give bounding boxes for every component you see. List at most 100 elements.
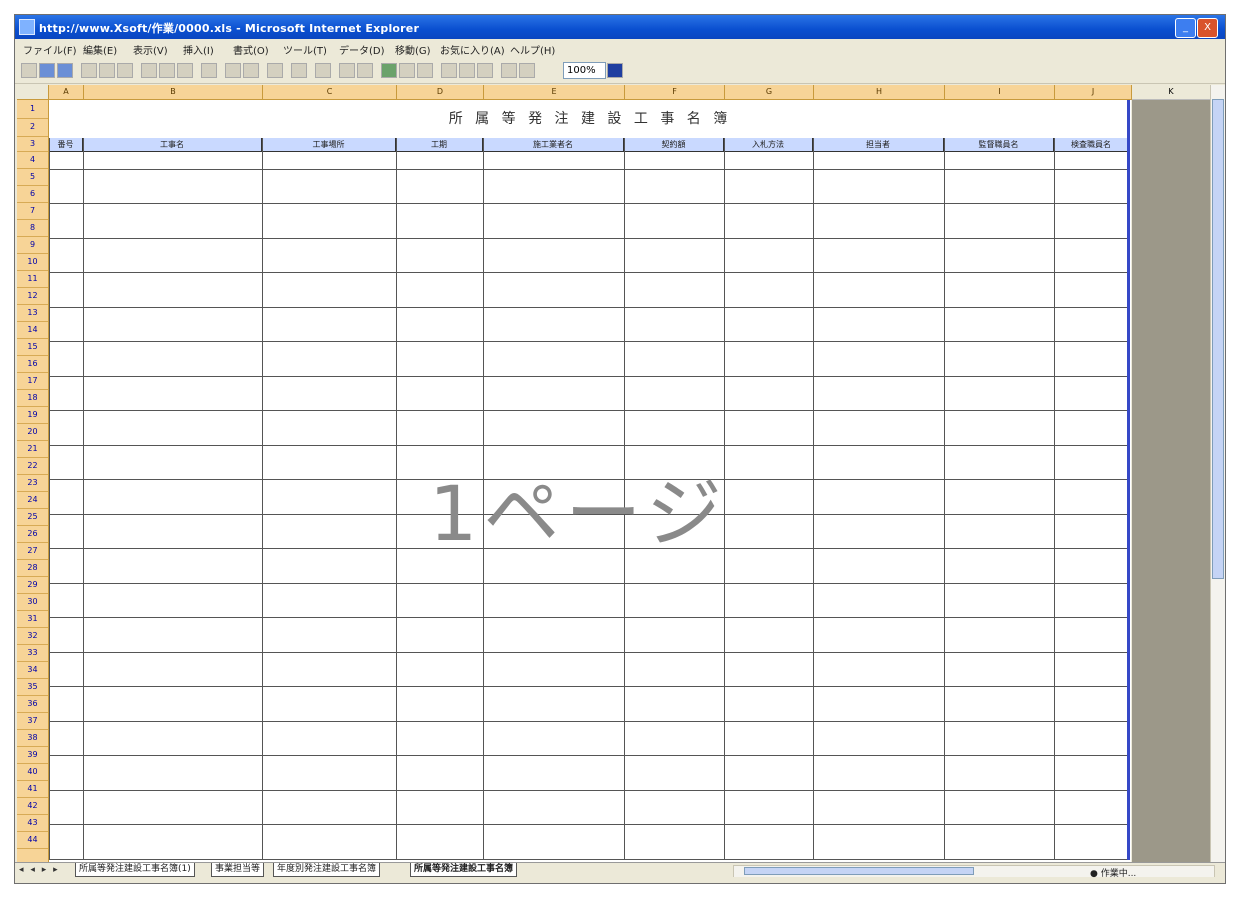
row-header[interactable]: 9 [17, 236, 48, 254]
row-header[interactable]: 10 [17, 253, 48, 271]
menu-go[interactable]: 移動(G) [395, 42, 431, 57]
row-header[interactable]: 16 [17, 355, 48, 373]
menu-view[interactable]: 表示(V) [133, 42, 168, 57]
col-header-g[interactable]: G [725, 85, 814, 99]
sheet-tab-3[interactable]: 年度別発注建設工事名簿 [273, 863, 381, 877]
col-header-f[interactable]: F [625, 85, 725, 99]
italic-icon[interactable] [459, 63, 475, 78]
row-header[interactable]: 38 [17, 729, 48, 747]
close-button[interactable]: X [1197, 18, 1218, 38]
align-icon[interactable] [501, 63, 517, 78]
sort-desc-icon[interactable] [357, 63, 373, 78]
vertical-scroll-thumb[interactable] [1212, 99, 1224, 579]
row-header[interactable]: 12 [17, 287, 48, 305]
row-header[interactable]: 40 [17, 763, 48, 781]
menu-tools[interactable]: ツール(T) [283, 42, 327, 57]
row-header[interactable]: 41 [17, 780, 48, 798]
hyperlink-icon[interactable] [267, 63, 283, 78]
row-header[interactable]: 21 [17, 440, 48, 458]
menu-edit[interactable]: 編集(E) [83, 42, 117, 57]
col-header-h[interactable]: H [814, 85, 945, 99]
col-header-e[interactable]: E [484, 85, 625, 99]
row-header[interactable]: 14 [17, 321, 48, 339]
help-icon[interactable] [607, 63, 623, 78]
row-header[interactable]: 25 [17, 508, 48, 526]
spell-icon[interactable] [117, 63, 133, 78]
cut-icon[interactable] [141, 63, 157, 78]
save-icon[interactable] [57, 63, 73, 78]
row-header[interactable]: 15 [17, 338, 48, 356]
row-header[interactable]: 34 [17, 661, 48, 679]
row-header[interactable]: 31 [17, 610, 48, 628]
row-header[interactable]: 6 [17, 185, 48, 203]
row-header[interactable]: 3 [17, 136, 48, 152]
sort-asc-icon[interactable] [339, 63, 355, 78]
row-header[interactable]: 23 [17, 474, 48, 492]
row-header[interactable]: 7 [17, 202, 48, 220]
menu-favorites[interactable]: お気に入り(A) [440, 42, 505, 57]
redo-icon[interactable] [243, 63, 259, 78]
minimize-button[interactable]: _ [1175, 18, 1196, 38]
col-header-k[interactable]: K [1132, 85, 1210, 100]
function-icon[interactable] [315, 63, 331, 78]
row-header[interactable]: 32 [17, 627, 48, 645]
menu-help[interactable]: ヘルプ(H) [510, 42, 555, 57]
row-header[interactable]: 17 [17, 372, 48, 390]
row-header[interactable]: 20 [17, 423, 48, 441]
row-header[interactable]: 2 [17, 118, 48, 137]
paste-icon[interactable] [177, 63, 193, 78]
print-icon[interactable] [81, 63, 97, 78]
row-header[interactable]: 11 [17, 270, 48, 288]
menu-data[interactable]: データ(D) [339, 42, 385, 57]
row-header[interactable]: 13 [17, 304, 48, 322]
row-header[interactable]: 27 [17, 542, 48, 560]
col-header-j[interactable]: J [1055, 85, 1132, 99]
row-header[interactable]: 28 [17, 559, 48, 577]
row-header[interactable]: 44 [17, 831, 48, 849]
horizontal-scroll-thumb[interactable] [744, 867, 974, 875]
row-header[interactable]: 33 [17, 644, 48, 662]
row-header[interactable]: 1 [17, 100, 48, 119]
sheet-tab-1[interactable]: 所属等発注建設工事名簿(1) [75, 863, 195, 877]
row-header[interactable]: 35 [17, 678, 48, 696]
preview-icon[interactable] [99, 63, 115, 78]
row-header[interactable]: 30 [17, 593, 48, 611]
menu-file[interactable]: ファイル(F) [23, 42, 77, 57]
row-header[interactable]: 36 [17, 695, 48, 713]
row-header[interactable]: 43 [17, 814, 48, 832]
row-header[interactable]: 4 [17, 151, 48, 169]
row-header[interactable]: 8 [17, 219, 48, 237]
row-header[interactable]: 42 [17, 797, 48, 815]
new-icon[interactable] [21, 63, 37, 78]
col-header-c[interactable]: C [263, 85, 397, 99]
col-header-b[interactable]: B [84, 85, 263, 99]
col-header-a[interactable]: A [49, 85, 84, 99]
bold-icon[interactable] [441, 63, 457, 78]
row-header[interactable]: 22 [17, 457, 48, 475]
col-header-d[interactable]: D [397, 85, 484, 99]
sheet-tab-2[interactable]: 事業担当等 [211, 863, 265, 877]
sheet-nav-arrows[interactable]: ◂ ◂ ▸ ▸ [19, 865, 60, 875]
merge-icon[interactable] [519, 63, 535, 78]
vertical-scrollbar[interactable] [1210, 85, 1225, 862]
row-header[interactable]: 24 [17, 491, 48, 509]
format-painter-icon[interactable] [201, 63, 217, 78]
row-header[interactable]: 29 [17, 576, 48, 594]
open-icon[interactable] [39, 63, 55, 78]
row-header[interactable]: 18 [17, 389, 48, 407]
menu-insert[interactable]: 挿入(I) [183, 42, 214, 57]
chart-icon[interactable] [381, 63, 397, 78]
copy-icon[interactable] [159, 63, 175, 78]
zoom-select[interactable]: 100% [563, 62, 606, 79]
row-header[interactable]: 37 [17, 712, 48, 730]
select-all-corner[interactable] [17, 85, 49, 99]
worksheet[interactable]: 所 属 等 発 注 建 設 工 事 名 簿 番号 工事名 工事場所 工期 施工業… [49, 100, 1131, 862]
menu-format[interactable]: 書式(O) [233, 42, 269, 57]
underline-icon[interactable] [477, 63, 493, 78]
row-header[interactable]: 26 [17, 525, 48, 543]
row-header[interactable]: 39 [17, 746, 48, 764]
drawing-icon[interactable] [417, 63, 433, 78]
autosum-icon[interactable] [291, 63, 307, 78]
sheet-tab-active[interactable]: 所属等発注建設工事名簿 [410, 863, 518, 877]
col-header-i[interactable]: I [945, 85, 1055, 99]
